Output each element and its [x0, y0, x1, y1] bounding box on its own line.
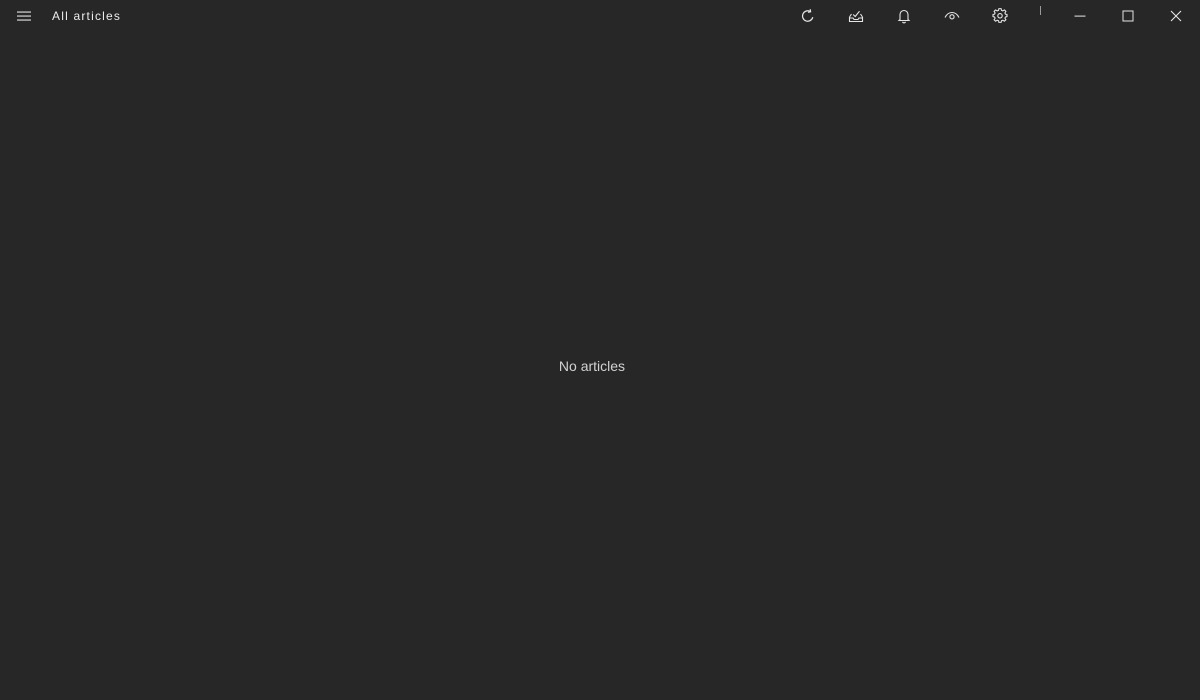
- gear-icon: [992, 8, 1008, 23]
- close-icon: [1170, 10, 1182, 22]
- settings-button[interactable]: [980, 0, 1020, 32]
- page-title: All articles: [52, 9, 122, 23]
- toolbar-separator: [1040, 6, 1041, 15]
- close-button[interactable]: [1153, 0, 1199, 32]
- minimize-icon: [1074, 15, 1086, 17]
- maximize-button[interactable]: [1105, 0, 1151, 32]
- mark-all-read-button[interactable]: [836, 0, 876, 32]
- refresh-button[interactable]: [788, 0, 828, 32]
- title-bar: All articles: [0, 0, 1200, 32]
- maximize-icon: [1122, 10, 1134, 22]
- mark-read-tray-icon: [848, 10, 864, 23]
- bell-icon: [897, 9, 911, 24]
- refresh-icon: [801, 9, 814, 22]
- view-filter-button[interactable]: [932, 0, 972, 32]
- minimize-button[interactable]: [1057, 0, 1103, 32]
- empty-state-message: No articles: [558, 358, 626, 374]
- hamburger-menu-icon: [17, 11, 31, 21]
- eye-icon: [944, 11, 960, 20]
- app-window: All articles No articles: [0, 0, 1200, 700]
- notifications-button[interactable]: [884, 0, 924, 32]
- hamburger-menu-button[interactable]: [8, 0, 40, 32]
